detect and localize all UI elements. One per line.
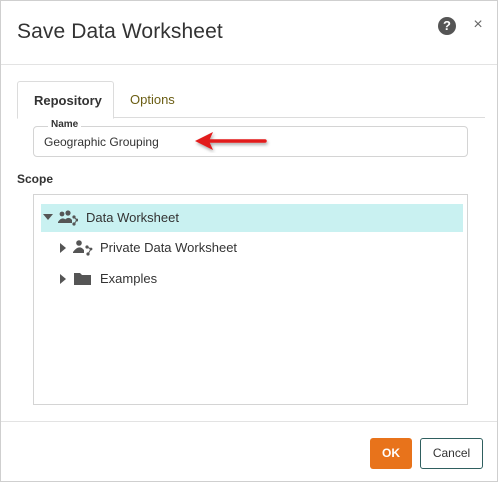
- tree-node-label: Examples: [100, 271, 158, 286]
- scope-label: Scope: [17, 172, 54, 186]
- folder-icon: [74, 273, 91, 285]
- dialog-title: Save Data Worksheet: [17, 20, 223, 43]
- scope-tree[interactable]: Data Worksheet Private Data Worksheet Ex…: [33, 194, 468, 405]
- tree-node-label: Private Data Worksheet: [100, 240, 238, 255]
- dialog-header: Save Data Worksheet ? ×: [1, 1, 497, 65]
- red-arrow-icon: [195, 132, 267, 150]
- tree-node-private-data-worksheet[interactable]: Private Data Worksheet: [58, 234, 458, 262]
- tree-node-label: Data Worksheet: [86, 210, 179, 225]
- ok-button[interactable]: OK: [370, 438, 412, 469]
- close-icon[interactable]: ×: [471, 15, 485, 35]
- tab-options[interactable]: Options: [114, 81, 191, 118]
- tab-bar: Repository Options: [17, 81, 485, 119]
- caret-right-icon[interactable]: [58, 234, 68, 262]
- caret-right-icon[interactable]: [58, 265, 68, 293]
- cancel-button[interactable]: Cancel: [420, 438, 483, 469]
- worksheet-group-icon: [58, 210, 78, 226]
- name-field-label: Name: [48, 119, 82, 131]
- worksheet-private-icon: [73, 240, 93, 256]
- save-data-worksheet-dialog: Save Data Worksheet ? × Repository Optio…: [0, 0, 498, 482]
- dialog-footer: OK Cancel: [1, 421, 497, 483]
- caret-down-icon[interactable]: [43, 204, 53, 232]
- tree-node-data-worksheet[interactable]: Data Worksheet: [41, 204, 463, 232]
- tree-node-examples[interactable]: Examples: [58, 265, 458, 293]
- tab-repository[interactable]: Repository: [17, 81, 114, 119]
- help-icon[interactable]: ?: [438, 17, 456, 35]
